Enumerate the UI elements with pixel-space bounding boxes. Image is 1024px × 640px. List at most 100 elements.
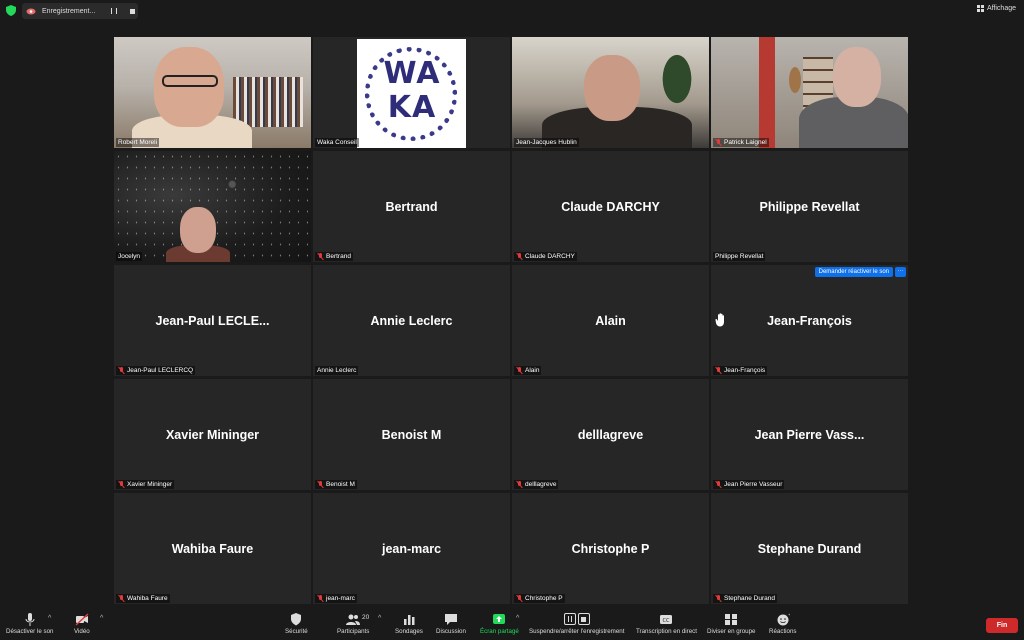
participant-tile[interactable]: Jean-Paul LECLE... Jean-Paul LECLERCQ xyxy=(114,265,311,376)
end-meeting-button[interactable]: Fin xyxy=(986,618,1018,633)
ask-to-unmute-button[interactable]: Demander réactiver le son xyxy=(814,267,893,277)
video-options-caret[interactable]: ^ xyxy=(100,615,106,622)
shield-icon[interactable] xyxy=(6,5,16,16)
participant-name: delllagreve xyxy=(525,481,557,488)
participant-name-label: Stephane Durand xyxy=(713,594,777,603)
more-options-button[interactable]: ··· xyxy=(895,267,906,277)
participant-display-name: Stephane Durand xyxy=(757,541,862,556)
participant-tile[interactable]: Christophe P Christophe P xyxy=(512,493,709,604)
security-button[interactable]: Sécurité xyxy=(285,613,308,635)
breakout-rooms-button[interactable]: Diviser en groupe xyxy=(707,613,756,635)
muted-mic-icon xyxy=(317,481,323,488)
muted-mic-icon xyxy=(516,481,522,488)
muted-mic-icon xyxy=(317,595,323,602)
closed-captions-icon: CC xyxy=(660,615,673,624)
participant-name-label: Robert Moreli xyxy=(116,138,160,147)
participant-tile[interactable]: Jean Pierre Vass... Jean Pierre Vasseur xyxy=(711,379,908,490)
participant-name: Jean-Paul LECLERCQ xyxy=(127,367,194,374)
recording-controls-label: Suspendre/arrêter l'enregistrement xyxy=(529,628,625,635)
participant-tile[interactable]: Jean-Jacques Hublin xyxy=(512,37,709,148)
muted-mic-icon xyxy=(317,253,323,260)
participant-name-label: jean-marc xyxy=(315,594,357,603)
participant-name-label: Alain xyxy=(514,366,542,375)
participant-video: WA KA xyxy=(313,37,510,148)
participant-tile[interactable]: Patrick Laignel xyxy=(711,37,908,148)
raised-hand-icon xyxy=(715,313,724,327)
participant-tile[interactable]: Wahiba Faure Wahiba Faure xyxy=(114,493,311,604)
transcript-button[interactable]: CC Transcription en direct xyxy=(636,613,697,635)
participant-video xyxy=(512,37,709,148)
participant-name: Claude DARCHY xyxy=(525,253,575,260)
mute-label: Désactiver le son xyxy=(6,628,54,635)
mute-options-caret[interactable]: ^ xyxy=(48,615,54,622)
chat-icon xyxy=(444,614,457,625)
participant-tile[interactable]: Robert Moreli xyxy=(114,37,311,148)
muted-mic-icon xyxy=(715,595,721,602)
recording-indicator: Enregistrement... xyxy=(22,3,138,19)
view-button[interactable]: Affichage xyxy=(976,5,1016,12)
top-bar: Enregistrement... Affichage xyxy=(0,0,1024,22)
video-button[interactable]: Vidéo xyxy=(74,613,90,635)
participant-video xyxy=(114,151,311,262)
participant-tile[interactable]: Jocelyn xyxy=(114,151,311,262)
participant-tile[interactable]: Claude DARCHY Claude DARCHY xyxy=(512,151,709,262)
chat-button[interactable]: Discussion xyxy=(436,613,466,635)
waka-logo-text: WA KA xyxy=(383,56,441,125)
participant-tile[interactable]: Jean-François Demander réactiver le son ··… xyxy=(711,265,908,376)
svg-text:+: + xyxy=(788,613,790,618)
share-screen-button[interactable]: Écran partagé xyxy=(480,613,519,635)
recording-cloud-icon xyxy=(26,8,36,15)
participant-name-label: Bertrand xyxy=(315,252,353,261)
participant-name-label: Jean-Paul LECLERCQ xyxy=(116,366,196,375)
participant-tile[interactable]: WA KA Waka Conseil xyxy=(313,37,510,148)
stop-recording-button[interactable] xyxy=(126,5,138,17)
participant-name: Alain xyxy=(525,367,540,374)
muted-mic-icon xyxy=(516,595,522,602)
microphone-icon xyxy=(25,613,35,626)
participant-tile[interactable]: Stephane Durand Stephane Durand xyxy=(711,493,908,604)
participant-tile[interactable]: Bertrand Bertrand xyxy=(313,151,510,262)
participant-name-label: Claude DARCHY xyxy=(514,252,577,261)
share-screen-icon xyxy=(493,614,506,624)
participant-name-label: delllagreve xyxy=(514,480,559,489)
participant-tile[interactable]: delllagreve delllagreve xyxy=(512,379,709,490)
transcript-label: Transcription en direct xyxy=(636,628,697,635)
participants-label: Participants xyxy=(337,628,370,635)
participant-tile[interactable]: Benoist M Benoist M xyxy=(313,379,510,490)
participant-tile[interactable]: Annie Leclerc Annie Leclerc xyxy=(313,265,510,376)
participant-name-label: Jocelyn xyxy=(116,252,143,261)
participant-name-label: Patrick Laignel xyxy=(713,138,769,147)
polls-button[interactable]: Sondages xyxy=(395,613,423,635)
participant-name: Robert Moreli xyxy=(118,139,158,146)
recording-controls-button[interactable]: Suspendre/arrêter l'enregistrement xyxy=(529,613,624,635)
reactions-button[interactable]: + Réactions xyxy=(769,613,797,635)
mute-button[interactable]: Désactiver le son xyxy=(6,613,53,635)
participant-name-label: Waka Conseil xyxy=(315,138,359,147)
participant-name-label: Annie Leclerc xyxy=(315,366,359,375)
participant-tile[interactable]: Alain Alain xyxy=(512,265,709,376)
emoji-icon: + xyxy=(777,613,790,626)
participant-video xyxy=(114,37,311,148)
muted-mic-icon xyxy=(516,253,522,260)
participants-options-caret[interactable]: ^ xyxy=(378,615,384,622)
participant-name-label: Jean Pierre Vasseur xyxy=(713,480,785,489)
security-shield-icon xyxy=(291,613,302,626)
participant-name-label: Jean-François xyxy=(713,366,768,375)
participant-display-name: Wahiba Faure xyxy=(171,541,254,556)
participant-tile[interactable]: jean-marc jean-marc xyxy=(313,493,510,604)
participant-display-name: Annie Leclerc xyxy=(370,313,453,328)
participant-name: Stephane Durand xyxy=(724,595,775,602)
participant-tile[interactable]: Xavier Mininger Xavier Mininger xyxy=(114,379,311,490)
participant-video xyxy=(711,37,908,148)
participant-display-name: Xavier Mininger xyxy=(165,427,260,442)
participant-tile[interactable]: Philippe Revellat Philippe Revellat xyxy=(711,151,908,262)
participant-display-name: Philippe Revellat xyxy=(759,199,860,214)
participant-name-label: Benoist M xyxy=(315,480,357,489)
gallery-grid: Robert Moreli WA KA Waka Conseil Jean-Jacque… xyxy=(114,37,910,604)
participant-name: Benoist M xyxy=(326,481,355,488)
waka-logo: WA KA xyxy=(354,37,468,148)
share-options-caret[interactable]: ^ xyxy=(516,615,522,622)
muted-mic-icon xyxy=(715,367,721,374)
security-label: Sécurité xyxy=(285,628,308,635)
pause-recording-button[interactable] xyxy=(108,5,120,17)
